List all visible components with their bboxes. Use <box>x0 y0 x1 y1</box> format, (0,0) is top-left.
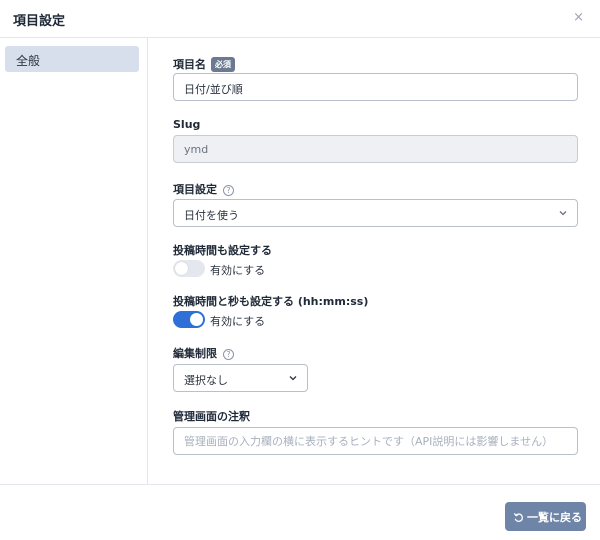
name-label: 項目名 必須 <box>173 56 235 72</box>
post-time-toggle[interactable] <box>173 260 205 277</box>
close-icon[interactable]: × <box>573 10 584 25</box>
slug-input[interactable]: ymd <box>173 135 578 163</box>
edit-restriction-select[interactable]: 選択なし <box>173 364 308 392</box>
post-time-seconds-toggle-label: 有効にする <box>210 315 266 328</box>
post-time-toggle-label: 有効にする <box>210 264 266 277</box>
post-time-seconds-toggle[interactable] <box>173 311 205 328</box>
item-settings-modal: 項目設定 × 全般 項目名 必須 日付/並び順 Slug ymd 項目設定? 日付… <box>0 0 600 540</box>
slug-label: Slug <box>173 118 201 131</box>
help-icon[interactable]: ? <box>223 185 234 196</box>
modal-footer: 一覧に戻る <box>0 484 600 540</box>
sidebar: 全般 <box>0 38 148 484</box>
back-to-list-button[interactable]: 一覧に戻る <box>505 502 586 531</box>
item-setting-label-text: 項目設定 <box>173 183 217 196</box>
modal-header: 項目設定 × <box>0 0 600 38</box>
toggle-knob <box>175 262 188 275</box>
admin-note-label: 管理画面の注釈 <box>173 410 250 423</box>
admin-note-input[interactable] <box>173 427 578 455</box>
chevron-down-icon <box>559 211 567 216</box>
toggle-knob <box>190 313 203 326</box>
undo-icon <box>513 513 523 522</box>
item-setting-select[interactable]: 日付を使う <box>173 199 578 227</box>
post-time-seconds-label: 投稿時間と秒も設定する (hh:mm:ss) <box>173 295 369 308</box>
name-label-text: 項目名 <box>173 58 206 71</box>
settings-form: 項目名 必須 日付/並び順 Slug ymd 項目設定? 日付を使う 投稿時間も設… <box>149 38 600 484</box>
post-time-label: 投稿時間も設定する <box>173 244 272 257</box>
item-setting-label: 項目設定? <box>173 181 234 197</box>
sidebar-item-general[interactable]: 全般 <box>5 46 139 72</box>
required-badge: 必須 <box>211 57 235 72</box>
edit-restriction-label: 編集制限? <box>173 345 234 361</box>
help-icon[interactable]: ? <box>223 349 234 360</box>
name-input[interactable]: 日付/並び順 <box>173 73 578 101</box>
edit-restriction-value: 選択なし <box>184 374 228 387</box>
item-setting-value: 日付を使う <box>184 209 239 222</box>
modal-title: 項目設定 <box>13 14 66 29</box>
chevron-down-icon <box>289 376 297 381</box>
edit-restriction-label-text: 編集制限 <box>173 347 217 360</box>
back-to-list-label: 一覧に戻る <box>527 511 582 524</box>
